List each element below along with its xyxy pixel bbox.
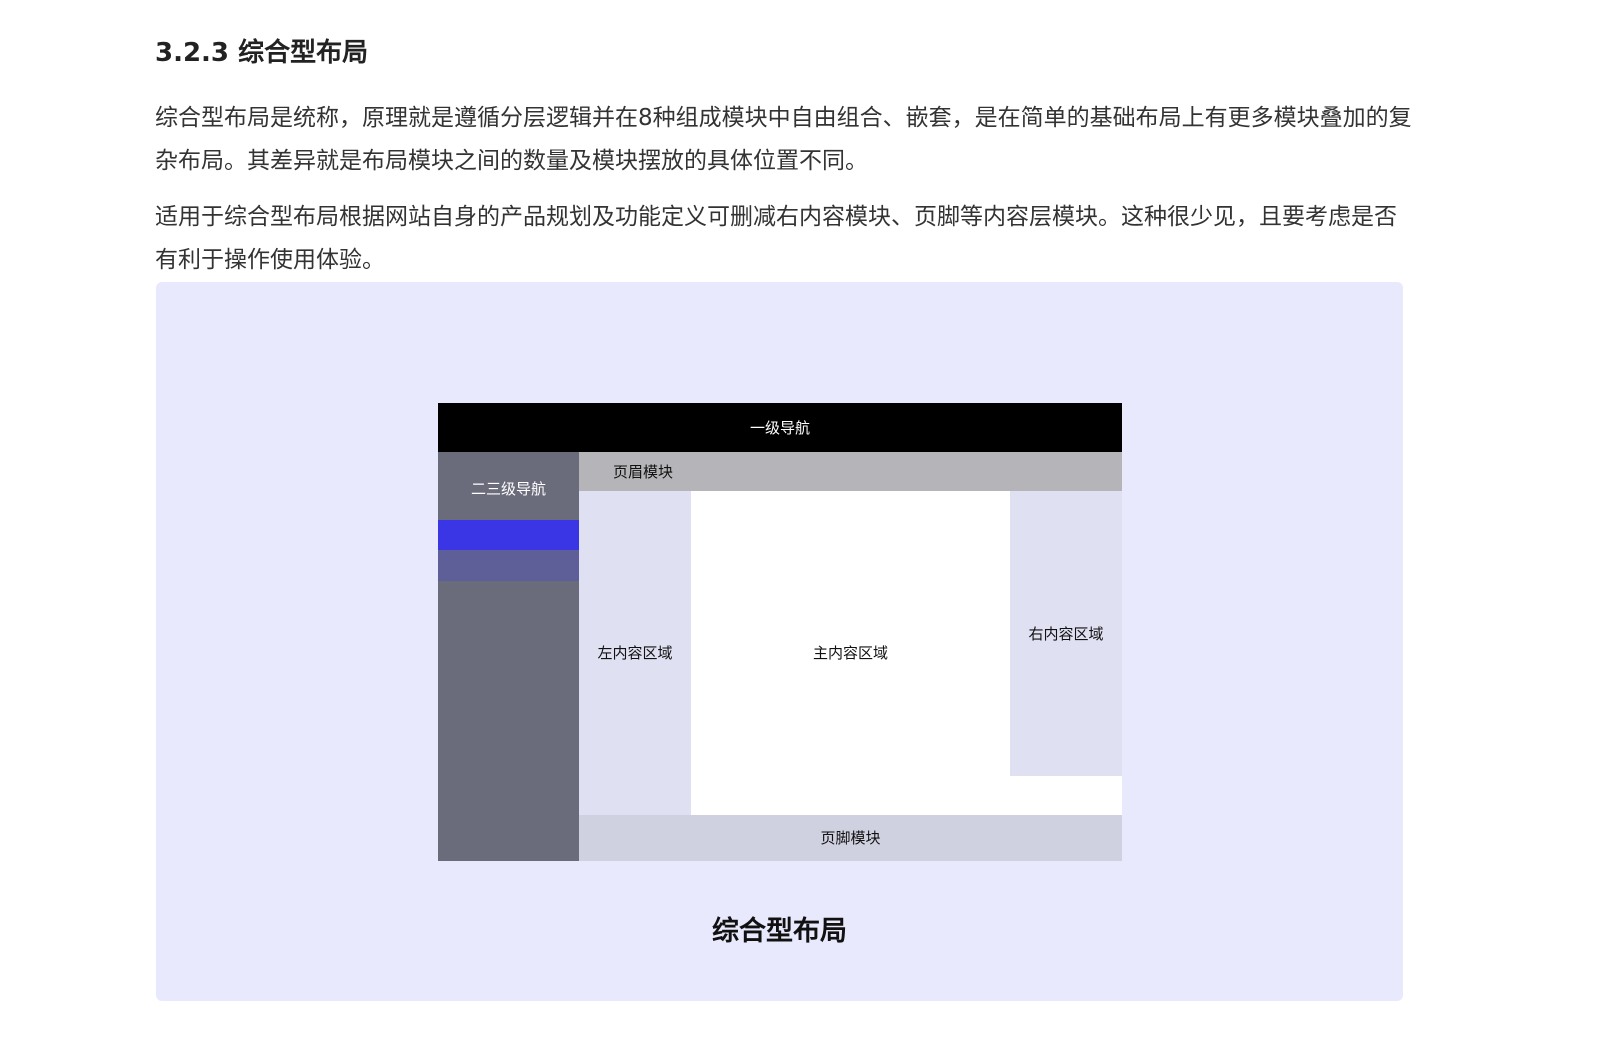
header-label: 页眉模块	[613, 462, 674, 481]
wireframe-main-content: 主内容区域	[691, 491, 1010, 815]
wireframe-header: 页眉模块	[579, 452, 1122, 491]
left-content-label: 左内容区域	[597, 644, 673, 662]
top-nav-label: 一级导航	[749, 418, 810, 437]
main-content-label: 主内容区域	[812, 644, 888, 662]
figure-panel: 一级导航 二三级导航 页眉模块 左内容区域 主内容区域 右内容区域 页脚模块 综…	[156, 282, 1403, 1001]
usage-paragraph: 适用于综合型布局根据网站自身的产品规划及功能定义可删减右内容模块、页脚等内容层模…	[155, 204, 1397, 273]
figure-caption: 综合型布局	[712, 916, 847, 947]
side-nav-sub-item	[438, 550, 579, 581]
section-heading: 3.2.3 综合型布局	[155, 38, 369, 68]
wireframe-footer: 页脚模块	[579, 815, 1122, 861]
wireframe-left-content: 左内容区域	[579, 491, 691, 815]
layout-wireframe-diagram: 一级导航 二三级导航 页眉模块 左内容区域 主内容区域 右内容区域 页脚模块	[438, 403, 1122, 861]
footer-label: 页脚模块	[820, 829, 881, 847]
wireframe-side-nav: 二三级导航	[438, 452, 579, 861]
side-nav-label: 二三级导航	[470, 480, 546, 498]
wireframe-top-nav: 一级导航	[438, 403, 1122, 452]
intro-paragraph: 综合型布局是统称，原理就是遵循分层逻辑并在8种组成模块中自由组合、嵌套，是在简单…	[155, 105, 1412, 174]
wireframe-right-content: 右内容区域	[1010, 491, 1122, 776]
right-content-label: 右内容区域	[1028, 624, 1104, 643]
side-nav-active-item	[438, 520, 579, 550]
